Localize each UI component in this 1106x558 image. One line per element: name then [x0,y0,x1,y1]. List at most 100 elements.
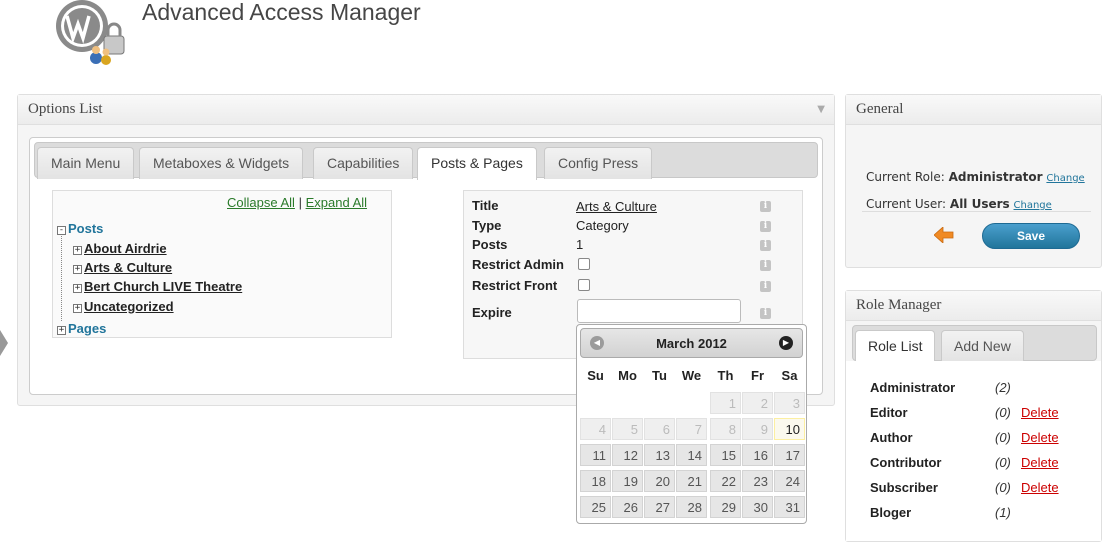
current-user-value: All Users [949,197,1010,211]
calendar-day[interactable]: 23 [742,470,773,492]
info-icon[interactable]: i [760,240,771,251]
calendar-day[interactable]: 16 [742,444,773,466]
plus-icon[interactable]: + [73,265,82,274]
tree-item[interactable]: + Arts & Culture [73,260,172,275]
tab-config-press[interactable]: Config Press [544,147,653,179]
plus-icon[interactable]: + [73,284,82,293]
circle-arrow-right-icon[interactable]: ▶ [779,336,793,350]
delete-role-link[interactable]: Delete [1021,430,1059,445]
info-icon[interactable]: i [760,260,771,271]
expire-date-input[interactable] [577,299,741,323]
datepicker: ◀ March 2012 ▶ Su Mo Tu We Th Fr Sa 1234567891… [576,324,807,524]
plus-icon[interactable]: + [73,304,82,313]
expand-all-link[interactable]: Expand All [306,195,367,210]
save-button[interactable]: Save [982,223,1080,249]
role-user-count: (0) [995,405,1011,420]
calendar-day[interactable]: 11 [580,444,611,466]
delete-role-link[interactable]: Delete [1021,480,1059,495]
calendar-day[interactable]: 7 [676,418,707,440]
current-user-line: Current User: All Users Change [866,197,1052,211]
tab-metaboxes-widgets[interactable]: Metaboxes & Widgets [139,147,304,179]
tree-item[interactable]: + About Airdrie [73,241,167,256]
tree-root-label: Posts [68,221,104,236]
type-value: Category [576,218,629,233]
collapse-toggle-icon[interactable]: ▼ [817,104,825,115]
tab-role-list[interactable]: Role List [855,330,936,362]
calendar-day[interactable]: 4 [580,418,611,440]
collapse-all-link[interactable]: Collapse All [227,195,295,210]
minus-icon[interactable]: - [57,226,66,235]
calendar-day[interactable]: 20 [644,470,675,492]
tree-item[interactable]: + Uncategorized [73,299,174,314]
general-header[interactable]: General [846,95,1101,125]
delete-role-link[interactable]: Delete [1021,405,1059,420]
datepicker-month: March 2012 [656,336,727,351]
restrict-front-checkbox[interactable] [578,279,590,291]
calendar-day[interactable]: 21 [676,470,707,492]
calendar-day[interactable]: 15 [710,444,741,466]
calendar-day[interactable]: 17 [774,444,805,466]
change-user-link[interactable]: Change [1014,200,1052,211]
delete-role-link[interactable]: Delete [1021,455,1059,470]
calendar-day[interactable]: 28 [676,496,707,518]
post-tree: Collapse All | Expand All - Posts + About … [52,190,392,338]
calendar-day[interactable]: 1 [710,392,741,414]
tab-add-new[interactable]: Add New [941,330,1024,362]
calendar-day[interactable]: 6 [644,418,675,440]
role-manager-header[interactable]: Role Manager [846,291,1101,321]
left-edge-arrow-icon[interactable] [0,330,8,356]
role-manager-title: Role Manager [856,297,942,313]
orange-back-arrow-icon[interactable] [933,226,954,244]
calendar-day[interactable]: 24 [774,470,805,492]
calendar-day[interactable]: 22 [710,470,741,492]
title-value[interactable]: Arts & Culture [576,199,657,214]
calendar-day[interactable]: 2 [742,392,773,414]
calendar-day[interactable]: 8 [710,418,741,440]
calendar-day[interactable]: 31 [774,496,805,518]
info-icon[interactable]: i [760,201,771,212]
info-icon[interactable]: i [760,281,771,292]
expire-label: Expire [472,305,512,320]
role-name: Contributor [870,455,942,470]
tree-item-label[interactable]: Bert Church LIVE Theatre [84,279,242,294]
calendar-day[interactable]: 30 [742,496,773,518]
role-user-count: (0) [995,455,1011,470]
role-name: Editor [870,405,908,420]
tab-main-menu[interactable]: Main Menu [37,147,135,179]
calendar-day[interactable]: 5 [612,418,643,440]
tree-item-label[interactable]: Uncategorized [84,299,174,314]
tree-item[interactable]: + Bert Church LIVE Theatre [73,279,242,294]
calendar-day[interactable]: 9 [742,418,773,440]
calendar-day[interactable]: 14 [676,444,707,466]
calendar-day[interactable]: 27 [644,496,675,518]
calendar-day[interactable]: 10 [774,418,805,440]
page-title: Advanced Access Manager [142,0,421,25]
calendar-day[interactable]: 26 [612,496,643,518]
calendar-day[interactable]: 19 [612,470,643,492]
plus-icon[interactable]: + [57,326,66,335]
restrict-admin-checkbox[interactable] [578,258,590,270]
role-user-count: (0) [995,480,1011,495]
info-icon[interactable]: i [760,308,771,319]
info-icon[interactable]: i [760,221,771,232]
tree-guide-line [61,231,62,321]
role-manager-panel: Role Manager Role List Add New Administr… [845,290,1102,542]
tree-root-pages[interactable]: + Pages [57,321,106,336]
calendar-day[interactable]: 3 [774,392,805,414]
options-list-header[interactable]: Options List ▼ [18,95,834,125]
tree-item-label[interactable]: About Airdrie [84,241,167,256]
tab-posts-pages[interactable]: Posts & Pages [417,147,537,180]
weekday-header: Mo [618,368,637,383]
calendar-day[interactable]: 13 [644,444,675,466]
role-name: Subscriber [870,480,938,495]
plus-icon[interactable]: + [73,246,82,255]
aam-logo-icon [52,0,132,70]
calendar-day[interactable]: 12 [612,444,643,466]
calendar-day[interactable]: 25 [580,496,611,518]
calendar-day[interactable]: 29 [710,496,741,518]
tree-item-label[interactable]: Arts & Culture [84,260,172,275]
calendar-day[interactable]: 18 [580,470,611,492]
change-role-link[interactable]: Change [1046,173,1084,184]
tab-capabilities[interactable]: Capabilities [313,147,414,179]
tree-root-posts[interactable]: - Posts [57,221,103,236]
